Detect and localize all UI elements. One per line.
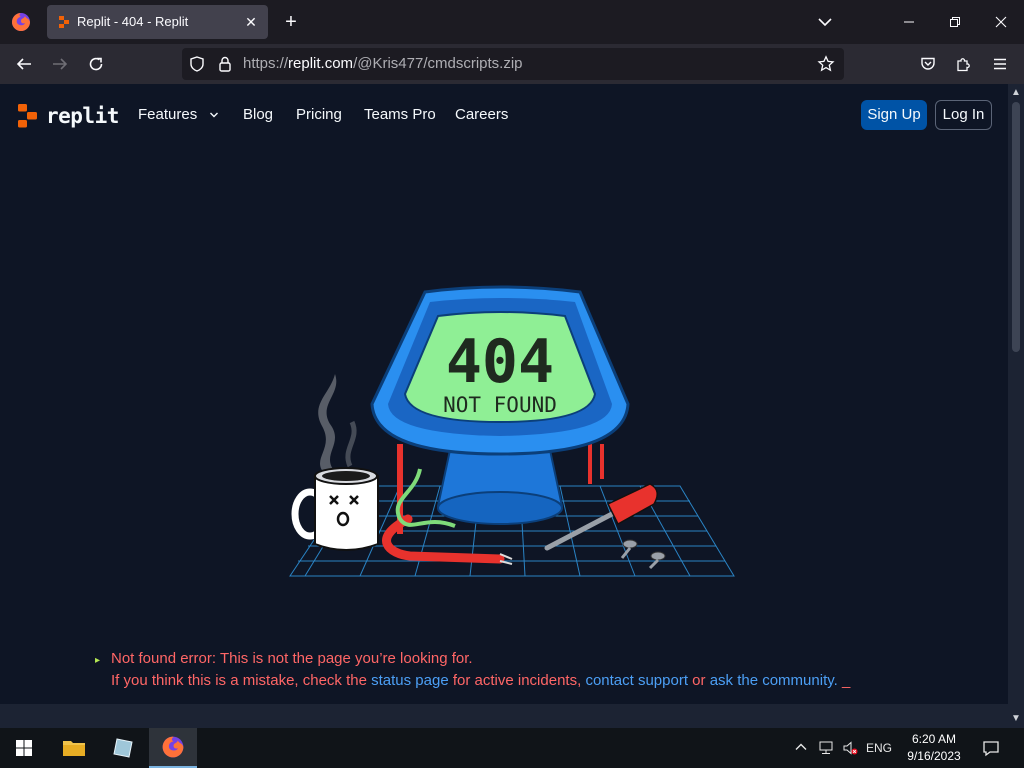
new-tab-icon[interactable]: +: [279, 10, 303, 34]
network-icon[interactable]: [818, 740, 834, 759]
url-path: /@Kris477/cmdscripts.zip: [353, 55, 523, 72]
firefox-taskbar-button[interactable]: [149, 728, 197, 768]
scroll-thumb[interactable]: [1012, 102, 1020, 352]
tab-close-icon[interactable]: ✕: [240, 11, 262, 33]
file-explorer-taskbar-button[interactable]: [50, 728, 98, 768]
prompt-arrow-icon: ▸: [95, 655, 101, 666]
active-tab[interactable]: Replit - 404 - Replit ✕: [47, 5, 268, 39]
nav-careers[interactable]: Careers: [455, 106, 508, 123]
restore-icon[interactable]: [932, 0, 978, 44]
sign-up-button[interactable]: Sign Up: [861, 100, 927, 130]
screws: [620, 539, 666, 570]
volume-muted-icon[interactable]: [842, 740, 858, 759]
app-taskbar-button[interactable]: [99, 728, 147, 768]
clock-date: 9/16/2023: [907, 749, 961, 763]
steam: [318, 374, 337, 474]
start-button[interactable]: [0, 728, 48, 768]
url-prefix: https://: [243, 55, 289, 72]
windows-logo-icon: [16, 740, 32, 756]
notifications-icon[interactable]: [982, 739, 1000, 760]
page-bottom-band: [0, 704, 1008, 728]
page-scrollbar[interactable]: ▲ ▼: [1008, 84, 1024, 728]
windows-taskbar: ENG 6:20 AM 9/16/2023: [0, 728, 1024, 768]
folder-icon: [63, 741, 85, 756]
nav-features-label: Features: [138, 106, 198, 123]
error-line-2-text-b: for active incidents,: [452, 672, 582, 689]
scroll-up-icon[interactable]: ▲: [1008, 86, 1024, 100]
back-icon[interactable]: [13, 53, 35, 75]
pocket-icon[interactable]: [917, 53, 939, 75]
nav-blog[interactable]: Blog: [243, 106, 273, 123]
tab-title: Replit - 404 - Replit: [77, 14, 189, 29]
contact-support-link[interactable]: contact support: [585, 672, 688, 689]
reload-icon[interactable]: [85, 53, 107, 75]
scroll-down-icon[interactable]: ▼: [1008, 712, 1024, 726]
status-page-link[interactable]: status page: [371, 672, 449, 689]
minimize-icon[interactable]: [886, 0, 932, 44]
error-line-2: If you think this is a mistake, check th…: [111, 670, 850, 692]
nav-pricing[interactable]: Pricing: [296, 106, 342, 123]
close-window-icon[interactable]: [978, 0, 1024, 44]
bookmark-star-icon[interactable]: [817, 55, 835, 73]
replit-logo-icon: [18, 104, 37, 128]
mug: [291, 467, 379, 551]
error-line-2-text-c: or: [692, 672, 706, 689]
chevron-down-icon: [210, 112, 219, 118]
screen-404-text: 404: [446, 327, 554, 397]
404-illustration: 404 NOT FOUND: [289, 285, 735, 577]
address-bar[interactable]: https://replit.com/@Kris477/cmdscripts.z…: [182, 48, 844, 80]
language-indicator[interactable]: ENG: [866, 741, 892, 755]
url-text[interactable]: https://replit.com/@Kris477/cmdscripts.z…: [243, 55, 523, 72]
firefox-icon: [162, 736, 184, 758]
error-line-1: Not found error: This is not the page yo…: [111, 650, 473, 667]
forward-icon[interactable]: [49, 53, 71, 75]
replit-logo[interactable]: replit: [18, 104, 119, 128]
show-hidden-icons-icon[interactable]: [794, 740, 808, 757]
error-line-2-text-a: If you think this is a mistake, check th…: [111, 672, 367, 689]
browser-nav-bar: https://replit.com/@Kris477/cmdscripts.z…: [0, 44, 1024, 84]
clock-time: 6:20 AM: [911, 732, 957, 746]
app-menu-icon[interactable]: [989, 53, 1011, 75]
browser-tab-bar: Replit - 404 - Replit ✕ +: [0, 0, 1024, 44]
url-host: replit.com: [288, 55, 354, 72]
tracking-shield-icon[interactable]: [188, 55, 206, 73]
blinking-cursor: _: [841, 672, 851, 689]
firefox-menu-icon[interactable]: [10, 11, 32, 33]
app-glass-icon: [113, 738, 133, 758]
extensions-icon[interactable]: [953, 53, 975, 75]
nav-features[interactable]: Features: [138, 106, 219, 123]
lock-icon[interactable]: [216, 55, 234, 73]
replit-favicon-icon: [59, 16, 69, 28]
clock[interactable]: 6:20 AM 9/16/2023: [896, 731, 972, 765]
list-all-tabs-icon[interactable]: [814, 11, 836, 33]
screen-not-found-text: NOT FOUND: [443, 393, 557, 417]
nav-teams-pro[interactable]: Teams Pro: [364, 106, 436, 123]
ask-community-link[interactable]: ask the community.: [710, 672, 838, 689]
log-in-button[interactable]: Log In: [935, 100, 992, 130]
page-content: replit Features Blog Pricing Teams Pro C…: [0, 84, 1008, 704]
logo-text: replit: [46, 104, 119, 128]
